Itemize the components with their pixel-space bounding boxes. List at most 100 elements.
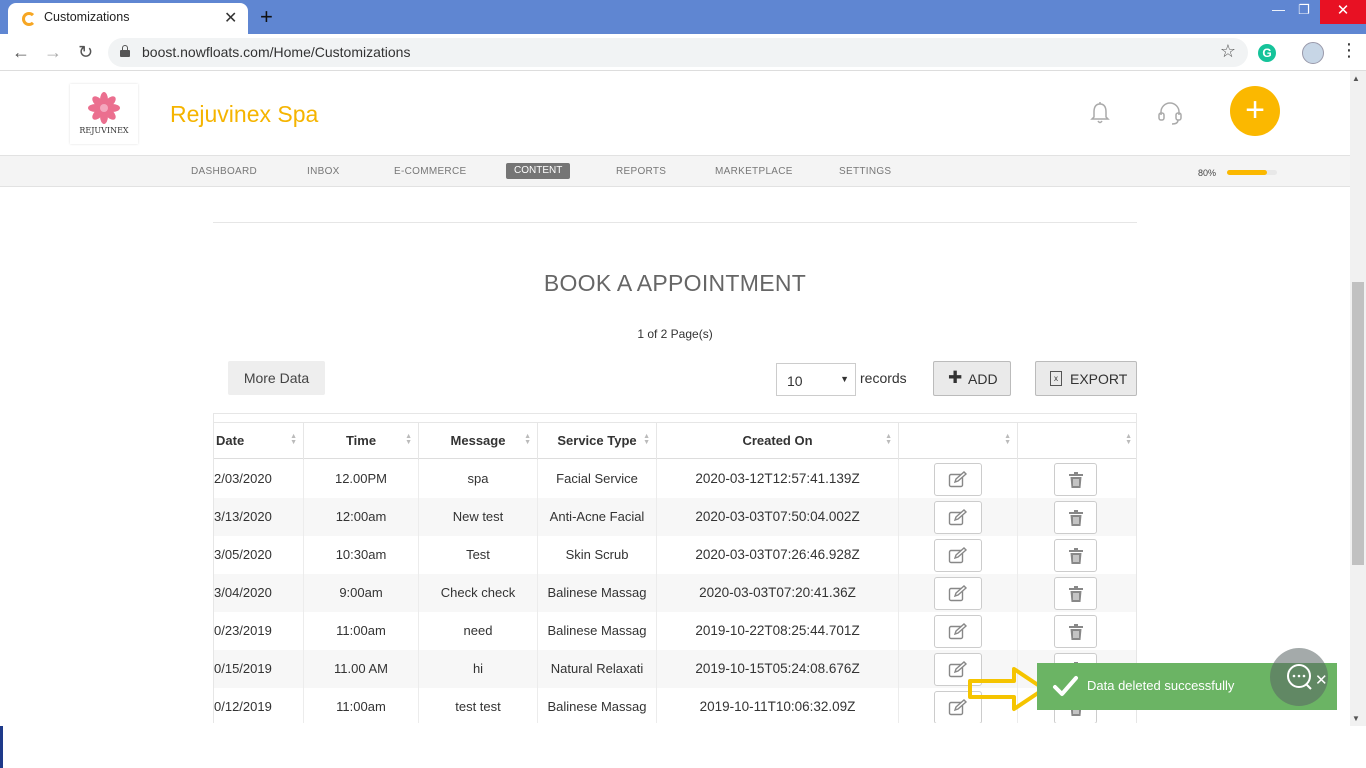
- toast-message: Data deleted successfully: [1087, 678, 1235, 693]
- delete-button[interactable]: [1054, 501, 1097, 534]
- grammarly-extension-icon[interactable]: G: [1258, 44, 1276, 62]
- support-headset-icon[interactable]: [1157, 100, 1183, 126]
- profile-avatar[interactable]: [1302, 42, 1324, 64]
- cell-message: Check check: [419, 574, 538, 612]
- sort-icon: ▲ ▼: [405, 433, 412, 446]
- window-close-icon[interactable]: ✕: [1320, 0, 1366, 24]
- cell-service-type: Anti-Acne Facial: [538, 498, 657, 536]
- edit-icon: [948, 698, 968, 715]
- sort-icon: ▲ ▼: [1004, 433, 1011, 446]
- tab-title: Customizations: [44, 10, 130, 24]
- edit-button[interactable]: [934, 463, 982, 496]
- cell-message: need: [419, 612, 538, 650]
- records-per-page-select[interactable]: 10 ▼: [776, 363, 856, 396]
- scroll-up-icon[interactable]: ▲: [1352, 74, 1360, 83]
- col-time[interactable]: Time ▲ ▼: [304, 423, 419, 460]
- url-text[interactable]: boost.nowfloats.com/Home/Customizations: [142, 44, 410, 60]
- profile-progress-label: 80%: [1198, 168, 1217, 178]
- annotation-arrow-icon: [968, 667, 1046, 711]
- lotus-logo-icon: [88, 92, 120, 124]
- profile-progress-fill: [1227, 170, 1267, 175]
- tab-close-icon[interactable]: ✕: [224, 8, 237, 28]
- checkmark-icon: [1053, 676, 1078, 696]
- cell-service-type: Skin Scrub: [538, 536, 657, 574]
- cell-edit: [899, 536, 1018, 574]
- cell-created-on: 2019-10-15T05:24:08.676Z: [657, 650, 899, 688]
- omnibox[interactable]: boost.nowfloats.com/Home/Customizations …: [108, 38, 1248, 67]
- cell-service-type: Balinese Massag: [538, 612, 657, 650]
- cell-message: test test: [419, 688, 538, 723]
- reload-icon[interactable]: ↻: [78, 42, 93, 63]
- new-tab-icon[interactable]: +: [260, 4, 273, 30]
- nav-marketplace[interactable]: MARKETPLACE: [715, 166, 793, 177]
- browser-tab[interactable]: Customizations ✕: [8, 3, 248, 34]
- toast-close-icon[interactable]: ✕: [1315, 671, 1328, 689]
- main-nav: DASHBOARD INBOX E-COMMERCE CONTENT REPOR…: [0, 155, 1350, 187]
- chevron-down-icon: ▼: [840, 374, 849, 384]
- site-title[interactable]: Rejuvinex Spa: [170, 101, 318, 128]
- cell-message: spa: [419, 460, 538, 498]
- cell-delete: [1018, 574, 1136, 612]
- edit-button[interactable]: [934, 501, 982, 534]
- nav-settings[interactable]: SETTINGS: [839, 166, 891, 177]
- col-date-label: Date: [216, 433, 245, 448]
- notification-bell-icon[interactable]: [1089, 101, 1111, 125]
- cell-time: 11:00am: [304, 688, 419, 723]
- col-date[interactable]: Date ▲ ▼: [214, 423, 304, 460]
- edit-icon: [948, 546, 968, 563]
- excel-icon: x: [1050, 371, 1062, 386]
- trash-icon: [1068, 509, 1083, 526]
- col-message[interactable]: Message ▲ ▼: [419, 423, 538, 460]
- cell-date: 0/15/2019: [214, 650, 304, 688]
- delete-button[interactable]: [1054, 463, 1097, 496]
- cell-time: 9:00am: [304, 574, 419, 612]
- browser-menu-icon[interactable]: ⋮: [1340, 40, 1358, 61]
- forward-icon[interactable]: →: [44, 42, 62, 63]
- edit-button[interactable]: [934, 539, 982, 572]
- site-logo[interactable]: REJUVINEX: [70, 84, 138, 144]
- table-row: 2/03/2020 12.00PM spa Facial Service 2020-03…: [214, 460, 1136, 498]
- more-data-button[interactable]: More Data: [228, 361, 325, 395]
- col-service-type[interactable]: Service Type ▲ ▼: [538, 423, 657, 460]
- nav-reports[interactable]: REPORTS: [616, 166, 666, 177]
- trash-icon: [1068, 623, 1083, 640]
- records-select-value: 10: [787, 373, 803, 389]
- taskbar-edge: [0, 726, 3, 768]
- cell-message: hi: [419, 650, 538, 688]
- add-fab-button[interactable]: +: [1230, 86, 1280, 136]
- back-icon[interactable]: ←: [12, 42, 30, 63]
- table-row: 3/04/2020 9:00am Check check Balinese Massa…: [214, 574, 1136, 612]
- bookmark-star-icon[interactable]: ☆: [1220, 41, 1236, 62]
- scroll-down-icon[interactable]: ▼: [1352, 714, 1360, 723]
- delete-button[interactable]: [1054, 577, 1097, 610]
- col-created-on[interactable]: Created On ▲ ▼: [657, 423, 899, 460]
- edit-icon: [948, 622, 968, 639]
- edit-icon: [948, 660, 968, 677]
- cell-edit: [899, 460, 1018, 498]
- edit-icon: [948, 508, 968, 525]
- trash-icon: [1068, 471, 1083, 488]
- page-count: 1 of 2 Page(s): [637, 327, 713, 341]
- minimize-icon[interactable]: —: [1272, 2, 1285, 17]
- col-edit[interactable]: ▲ ▼: [899, 423, 1018, 460]
- nav-content-active[interactable]: CONTENT: [506, 163, 571, 179]
- nav-ecommerce[interactable]: E-COMMERCE: [394, 166, 466, 177]
- edit-icon: [948, 584, 968, 601]
- sort-icon: ▲ ▼: [290, 433, 297, 446]
- add-button[interactable]: ✚ ADD: [933, 361, 1011, 396]
- cell-time: 11.00 AM: [304, 650, 419, 688]
- col-delete[interactable]: ▲ ▼: [1018, 423, 1136, 460]
- export-button[interactable]: x EXPORT: [1035, 361, 1137, 396]
- scrollbar-thumb[interactable]: [1352, 282, 1364, 565]
- cell-created-on: 2019-10-22T08:25:44.701Z: [657, 612, 899, 650]
- delete-button[interactable]: [1054, 615, 1097, 648]
- col-message-label: Message: [450, 433, 506, 448]
- nav-inbox[interactable]: INBOX: [307, 166, 340, 177]
- delete-button[interactable]: [1054, 539, 1097, 572]
- favicon-icon: [22, 12, 36, 26]
- restore-icon[interactable]: ❐: [1298, 2, 1310, 18]
- edit-button[interactable]: [934, 615, 982, 648]
- edit-button[interactable]: [934, 577, 982, 610]
- nav-dashboard[interactable]: DASHBOARD: [191, 166, 257, 177]
- export-button-label: EXPORT: [1070, 371, 1128, 387]
